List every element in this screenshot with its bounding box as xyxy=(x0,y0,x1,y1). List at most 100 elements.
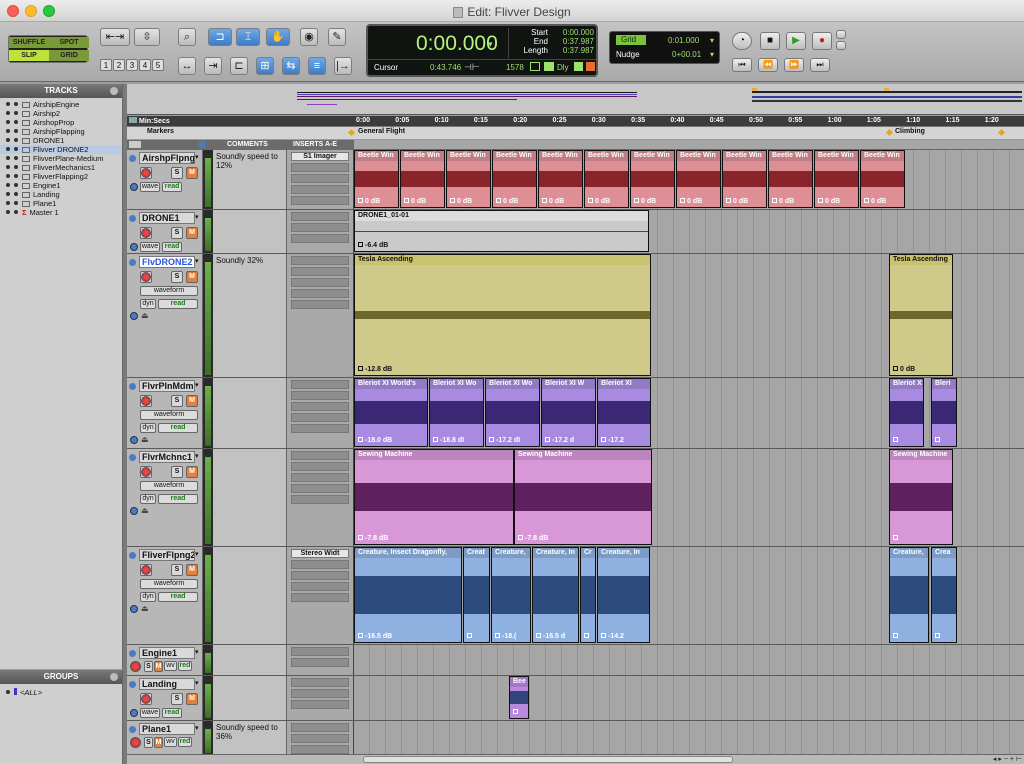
audio-clip[interactable]: Beetle Win 0 dB xyxy=(676,150,721,208)
audio-clip[interactable]: Beetle Win 0 dB xyxy=(768,150,813,208)
grid-dropdown-icon[interactable]: ▾ xyxy=(710,36,714,45)
track-show-dot-icon[interactable] xyxy=(14,111,18,115)
counter-dropdown-icon[interactable]: ▾ xyxy=(488,39,493,50)
audio-clip[interactable]: Beetle Win 0 dB xyxy=(722,150,767,208)
automation-mode-selector[interactable]: read xyxy=(162,242,182,252)
track-color-icon[interactable] xyxy=(129,552,136,559)
delay-label[interactable]: Dly xyxy=(557,63,569,72)
tracks-panel-menu-icon[interactable] xyxy=(110,87,118,95)
mute-button[interactable]: M xyxy=(186,227,198,239)
track-color-icon[interactable] xyxy=(129,726,136,733)
go-to-end-button[interactable]: ⏭ xyxy=(810,58,830,72)
tab-to-transient-icon[interactable]: ↔ xyxy=(178,57,196,75)
track-list-item[interactable]: FlivverMechanics1 xyxy=(0,163,122,172)
link-track-icon[interactable]: ⊏ xyxy=(230,57,248,75)
toolbar-toggle-icon-1[interactable] xyxy=(836,30,846,39)
audio-clip[interactable]: Creature, -18.( xyxy=(491,547,531,643)
marker-general-flight[interactable]: General Flight xyxy=(358,128,405,135)
grid-mode-button[interactable]: GRID xyxy=(49,50,89,61)
record-enable-button[interactable] xyxy=(130,737,141,748)
insert-slot[interactable] xyxy=(291,571,349,580)
track-list-item[interactable]: Plane1 xyxy=(0,199,122,208)
nudge-label[interactable]: Nudge xyxy=(616,50,640,59)
insert-slot[interactable] xyxy=(291,658,349,667)
track-active-dot-icon[interactable] xyxy=(6,147,10,151)
track-name-dropdown-icon[interactable]: ▾ xyxy=(195,724,199,732)
insert-slot[interactable] xyxy=(291,234,349,243)
insert-slot[interactable] xyxy=(291,413,349,422)
track-name[interactable]: Engine1 xyxy=(139,647,195,659)
track-name[interactable]: FlvrMchnc1 xyxy=(139,451,195,463)
record-enable-button[interactable] xyxy=(140,564,152,576)
fast-forward-button[interactable]: ⏩ xyxy=(784,58,804,72)
insert-slot[interactable] xyxy=(291,495,349,504)
track-show-dot-icon[interactable] xyxy=(14,174,18,178)
insert-slot[interactable] xyxy=(291,278,349,287)
track-playlist[interactable]: Beetle Win 0 dB Beetle Win 0 dB Beetle Win 0 … xyxy=(354,150,1024,209)
audio-clip[interactable]: Bleriot XI -17.2 xyxy=(597,378,651,447)
track-playlist[interactable] xyxy=(354,645,1024,675)
track-active-dot-icon[interactable] xyxy=(6,129,10,133)
solo-button[interactable]: S xyxy=(171,227,183,239)
track-playlist[interactable]: DRONE1_01-01 -6.4 dB xyxy=(354,210,1024,253)
end-value[interactable]: 0:37.987 xyxy=(554,37,594,46)
track-comment[interactable] xyxy=(213,645,287,675)
nudge-dropdown-icon[interactable]: ▾ xyxy=(710,50,714,59)
record-enable-button[interactable] xyxy=(140,167,152,179)
track-active-dot-icon[interactable] xyxy=(6,138,10,142)
track-list-item[interactable]: Airship2 xyxy=(0,109,122,118)
audio-clip[interactable]: Crea xyxy=(931,547,957,643)
record-enable-button[interactable] xyxy=(130,661,141,672)
audio-clip[interactable]: Bleriot XI W -17.2 d xyxy=(541,378,596,447)
pre-post-roll-icon[interactable]: |→ xyxy=(334,57,352,75)
audio-clip[interactable]: Sewing Machine -7.8 dB xyxy=(514,449,652,545)
audio-clip[interactable]: Tesla Ascending -12.8 dB xyxy=(354,254,651,376)
audio-clip[interactable]: Bee xyxy=(509,676,529,719)
insert-slot[interactable] xyxy=(291,289,349,298)
audio-clip[interactable]: Sewing Machine -7.8 dB xyxy=(354,449,514,545)
track-view-selector[interactable]: waveform xyxy=(140,286,198,296)
insert-slot[interactable] xyxy=(291,560,349,569)
solo-button[interactable]: S xyxy=(171,466,183,478)
track-show-dot-icon[interactable] xyxy=(14,102,18,106)
insert-slot[interactable] xyxy=(291,582,349,591)
grabber-tool-icon[interactable]: ✋ xyxy=(266,28,290,46)
audio-clip[interactable]: Beetle Win 0 dB xyxy=(354,150,399,208)
solo-button[interactable]: S xyxy=(171,395,183,407)
record-enable-button[interactable] xyxy=(140,271,152,283)
track-playlist[interactable]: Tesla Ascending -12.8 dB Tesla Ascending 0 … xyxy=(354,254,1024,377)
insert-slot[interactable] xyxy=(291,163,349,172)
solo-button[interactable]: S xyxy=(171,564,183,576)
panel-divider[interactable] xyxy=(123,84,127,764)
horizontal-scroll-bar[interactable]: ◂ ▸ − + ⊢ xyxy=(127,754,1024,764)
timebase-icon[interactable] xyxy=(130,507,138,515)
track-comment[interactable] xyxy=(213,676,287,720)
track-show-dot-icon[interactable] xyxy=(14,192,18,196)
audio-clip[interactable]: Bleri xyxy=(931,378,957,447)
group-item[interactable]: <ALL> xyxy=(0,688,122,697)
nudge-value[interactable]: 0+00.01 xyxy=(672,50,701,59)
track-name-dropdown-icon[interactable]: ▾ xyxy=(195,257,199,265)
audio-clip[interactable]: Bleriot X xyxy=(889,378,924,447)
track-active-dot-icon[interactable] xyxy=(6,183,10,187)
track-color-icon[interactable] xyxy=(129,383,136,390)
audio-clip[interactable]: Bleriot XI Wo -17.2 dI xyxy=(485,378,540,447)
insert-slot[interactable] xyxy=(291,402,349,411)
keyboard-focus-icon[interactable]: ≡ xyxy=(308,57,326,75)
track-name[interactable]: FlvDRONE2 xyxy=(139,256,195,268)
track-show-dot-icon[interactable] xyxy=(14,183,18,187)
audio-clip[interactable]: Creature, Insect Dragonfly, -16.5 dB xyxy=(354,547,462,643)
track-list-item[interactable]: AirshipFlapping xyxy=(0,127,122,136)
insert-slot[interactable] xyxy=(291,700,349,709)
mute-button[interactable]: M xyxy=(186,167,198,179)
insert-slot[interactable] xyxy=(291,647,349,656)
lock-icon[interactable]: ⏏ xyxy=(141,435,149,444)
track-name-dropdown-icon[interactable]: ▾ xyxy=(195,381,199,389)
track-list-item[interactable]: FlivverPlane-Medium xyxy=(0,154,122,163)
track-name-dropdown-icon[interactable]: ▾ xyxy=(195,648,199,656)
track-active-dot-icon[interactable] xyxy=(6,111,10,115)
record-enable-button[interactable] xyxy=(140,466,152,478)
mute-button[interactable]: M xyxy=(186,564,198,576)
insert-slot[interactable] xyxy=(291,196,349,205)
automation-mode-selector[interactable]: red xyxy=(178,661,192,671)
